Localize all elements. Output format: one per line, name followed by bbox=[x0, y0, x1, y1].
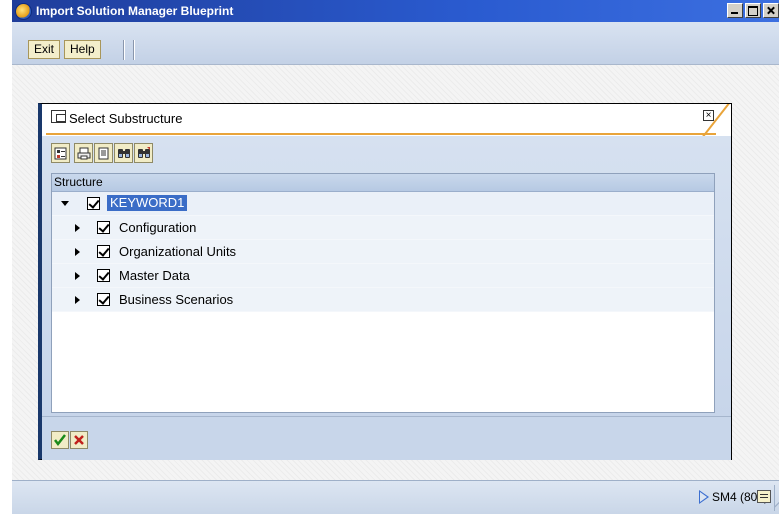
tree-toolbar bbox=[51, 143, 153, 163]
header-accent-line bbox=[46, 133, 716, 135]
dialog-window-icon bbox=[51, 110, 66, 123]
expand-icon[interactable] bbox=[75, 224, 80, 232]
expand-icon[interactable] bbox=[75, 296, 80, 304]
dialog-footer bbox=[42, 416, 731, 460]
tree-node-business-scenarios[interactable]: Business Scenarios bbox=[52, 288, 714, 312]
tree-node-label[interactable]: KEYWORD1 bbox=[107, 195, 188, 211]
menu-separator bbox=[123, 40, 125, 60]
tree-node-label[interactable]: Configuration bbox=[119, 220, 196, 235]
cancel-x-icon[interactable] bbox=[70, 431, 88, 449]
expand-icon[interactable] bbox=[75, 248, 80, 256]
window-title: Import Solution Manager Blueprint bbox=[36, 4, 234, 18]
details-icon[interactable] bbox=[94, 143, 113, 163]
left-window-edge bbox=[0, 0, 12, 513]
tree-node-master-data[interactable]: Master Data bbox=[52, 264, 714, 288]
status-expand-icon[interactable] bbox=[699, 490, 709, 504]
tree-node-label[interactable]: Organizational Units bbox=[119, 244, 236, 259]
minimize-icon[interactable] bbox=[727, 3, 743, 18]
dialog-header: Select Substructure × bbox=[42, 104, 731, 134]
status-bar: SM4 (800) bbox=[12, 480, 779, 514]
select-substructure-dialog: Select Substructure × Structure KEYWORD1… bbox=[38, 103, 732, 460]
close-icon[interactable] bbox=[763, 3, 779, 18]
collapse-icon[interactable] bbox=[61, 201, 69, 206]
tree-node-label[interactable]: Master Data bbox=[119, 268, 190, 283]
sap-logo-icon bbox=[15, 3, 32, 20]
help-menu-button[interactable]: Help bbox=[64, 40, 101, 59]
maximize-icon[interactable] bbox=[745, 3, 761, 18]
confirm-check-icon[interactable] bbox=[51, 431, 69, 449]
exit-menu-button[interactable]: Exit bbox=[28, 40, 61, 59]
dialog-body: Structure KEYWORD1 Configuration Organiz… bbox=[42, 136, 731, 416]
print-icon[interactable] bbox=[74, 143, 93, 163]
resize-grip[interactable] bbox=[774, 485, 779, 511]
node-checkbox[interactable] bbox=[97, 269, 110, 282]
window-title-bar[interactable]: Import Solution Manager Blueprint bbox=[12, 0, 779, 22]
tree-node-configuration[interactable]: Configuration bbox=[52, 216, 714, 240]
tree-node-root[interactable]: KEYWORD1 bbox=[52, 192, 714, 216]
window-controls bbox=[727, 3, 779, 18]
root-checkbox[interactable] bbox=[87, 197, 100, 210]
menu-separator bbox=[133, 40, 135, 60]
find-icon[interactable] bbox=[114, 143, 133, 163]
tree-node-organizational-units[interactable]: Organizational Units bbox=[52, 240, 714, 264]
dialog-title: Select Substructure bbox=[69, 111, 183, 126]
node-checkbox[interactable] bbox=[97, 293, 110, 306]
structure-tree: Structure KEYWORD1 Configuration Organiz… bbox=[51, 173, 715, 413]
expand-icon[interactable] bbox=[75, 272, 80, 280]
node-checkbox[interactable] bbox=[97, 221, 110, 234]
system-info-icon[interactable] bbox=[757, 490, 771, 503]
find-next-icon[interactable] bbox=[134, 143, 153, 163]
node-checkbox[interactable] bbox=[97, 245, 110, 258]
tree-column-header: Structure bbox=[52, 174, 714, 192]
tree-node-label[interactable]: Business Scenarios bbox=[119, 292, 233, 307]
header-accent-decoration bbox=[701, 104, 731, 136]
select-all-icon[interactable] bbox=[51, 143, 70, 163]
menu-bar: Exit Help bbox=[12, 22, 779, 65]
